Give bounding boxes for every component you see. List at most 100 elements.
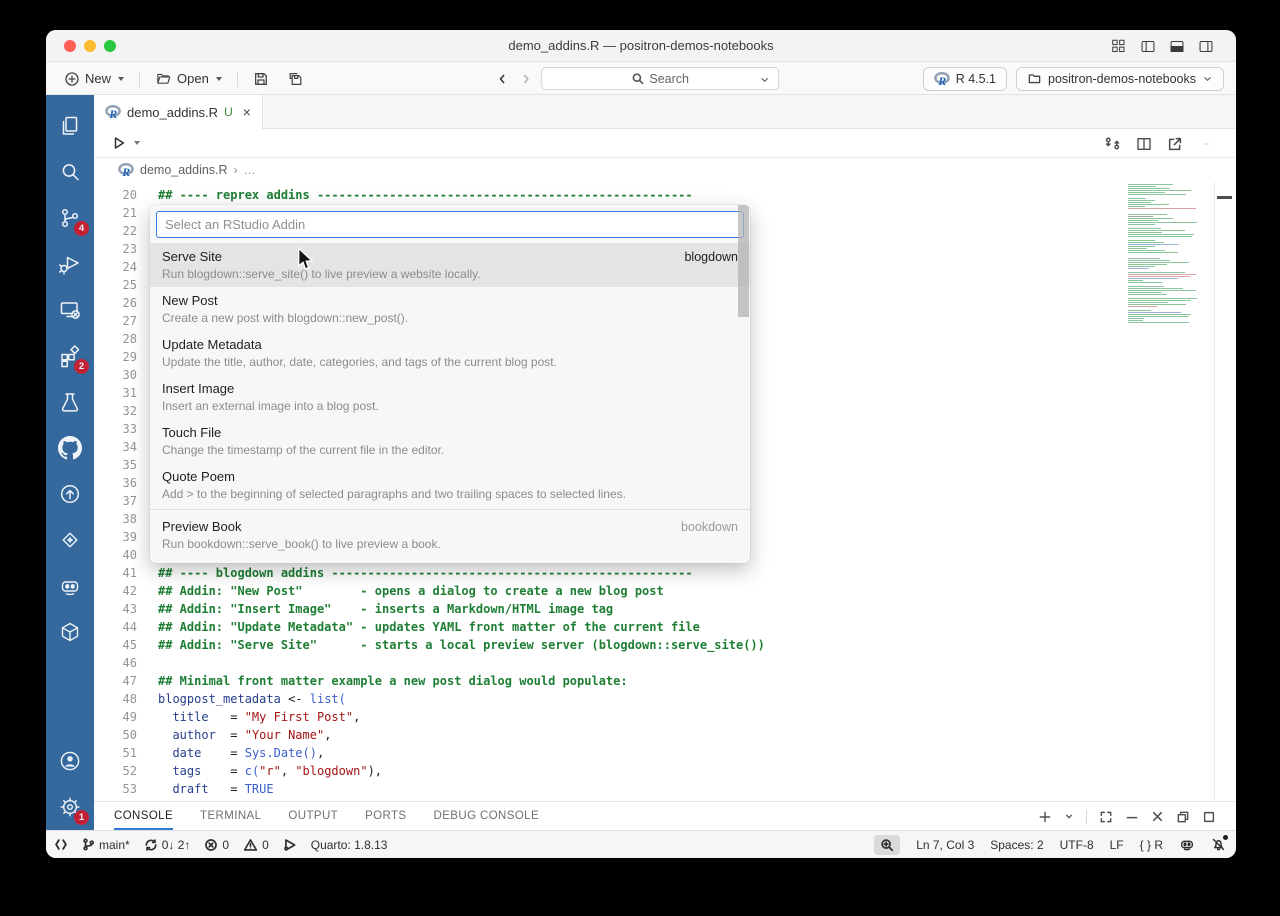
minimize-panel-icon[interactable]	[1125, 810, 1139, 824]
panel-right-icon[interactable]	[1198, 39, 1214, 54]
activity-item-explorer[interactable]	[46, 103, 94, 149]
panel-left-icon[interactable]	[1140, 39, 1156, 54]
panel-tab-console[interactable]: CONSOLE	[114, 803, 173, 830]
navigate-back-button[interactable]	[497, 72, 507, 86]
run-options-chevron-icon[interactable]	[134, 141, 140, 145]
addin-item-preview-book[interactable]: Preview BookbookdownRun bookdown::serve_…	[150, 513, 750, 557]
status-git-branch[interactable]: main*	[82, 837, 130, 852]
new-terminal-icon[interactable]	[1038, 810, 1052, 824]
r-file-icon: R	[105, 105, 121, 119]
status-indentation[interactable]: Spaces: 2	[990, 838, 1043, 852]
activity-item-testing[interactable]	[46, 379, 94, 425]
maximize-panel-icon[interactable]	[1099, 810, 1113, 824]
tab-demo-addins[interactable]: R demo_addins.R U ×	[94, 95, 263, 129]
activity-item-account[interactable]	[46, 738, 94, 784]
status-encoding[interactable]: UTF-8	[1060, 838, 1094, 852]
code-line[interactable]: 49 title = "My First Post",	[94, 708, 1236, 726]
line-number: 33	[94, 420, 137, 438]
status-label: main*	[99, 838, 130, 852]
activity-item-remote-explorer[interactable]	[46, 287, 94, 333]
close-tab-icon[interactable]: ×	[243, 104, 251, 120]
restore-panel-icon[interactable]	[1176, 810, 1190, 824]
addin-item-quote-poem[interactable]: Quote PoemAdd > to the beginning of sele…	[150, 463, 750, 507]
addin-item-input-latex-math[interactable]: Input LaTeX Math	[150, 557, 750, 563]
compare-changes-icon[interactable]	[1104, 135, 1121, 152]
more-actions-icon[interactable]	[1198, 141, 1214, 147]
activity-item-publish[interactable]	[46, 471, 94, 517]
status-eol[interactable]: LF	[1110, 838, 1124, 852]
code-line[interactable]: 52 tags = c("r", "blogdown"),	[94, 762, 1236, 780]
code-line[interactable]: 47## Minimal front matter example a new …	[94, 672, 1236, 690]
code-line[interactable]: 51 date = Sys.Date(),	[94, 744, 1236, 762]
customize-layout-icon[interactable]	[1111, 39, 1127, 54]
status-debug-status[interactable]	[283, 838, 297, 852]
save-all-button[interactable]	[281, 68, 310, 90]
open-button[interactable]: Open	[149, 68, 228, 89]
activity-item-settings[interactable]: 1	[46, 784, 94, 830]
panel-tab-output[interactable]: OUTPUT	[288, 803, 338, 830]
account-icon	[58, 749, 82, 773]
new-button[interactable]: New	[58, 68, 130, 90]
editor-scrollbar[interactable]	[1214, 182, 1234, 801]
open-button-label: Open	[177, 71, 209, 86]
status-errors[interactable]: 0	[204, 838, 229, 852]
line-text: date = Sys.Date(),	[158, 744, 324, 762]
addin-filter-input[interactable]	[156, 211, 744, 238]
code-line[interactable]: 45## Addin: "Serve Site" - starts a loca…	[94, 636, 1236, 654]
code-line[interactable]: 50 author = "Your Name",	[94, 726, 1236, 744]
addin-item-touch-file[interactable]: Touch FileChange the timestamp of the cu…	[150, 419, 750, 463]
search-input[interactable]: Search	[541, 67, 779, 90]
activity-item-extensions[interactable]: 2	[46, 333, 94, 379]
activity-item-github[interactable]	[46, 425, 94, 471]
status-remote-indicator[interactable]	[54, 838, 68, 851]
status-warnings[interactable]: 0	[243, 838, 269, 852]
panel-tab-terminal[interactable]: TERMINAL	[200, 803, 261, 830]
split-editor-icon[interactable]	[1136, 136, 1152, 152]
status-notifications[interactable]	[1211, 837, 1226, 852]
panel-tab-ports[interactable]: PORTS	[365, 803, 406, 830]
status-label: { } R	[1140, 838, 1163, 852]
activity-item-assistant[interactable]	[46, 563, 94, 609]
navigate-forward-button[interactable]	[521, 72, 531, 86]
workspace-selector[interactable]: positron-demos-notebooks	[1016, 67, 1224, 91]
addin-label: Quote Poem	[162, 467, 235, 486]
addin-item-new-post[interactable]: New PostCreate a new post with blogdown:…	[150, 287, 750, 331]
status-zoom-control[interactable]	[874, 835, 900, 855]
code-line[interactable]: 48blogpost_metadata <- list(	[94, 690, 1236, 708]
code-line[interactable]: 42## Addin: "New Post" - opens a dialog …	[94, 582, 1236, 600]
addin-item-serve-site[interactable]: Serve SiteblogdownRun blogdown::serve_si…	[150, 243, 750, 287]
status-language-mode[interactable]: { } R	[1140, 838, 1163, 852]
activity-item-search[interactable]	[46, 149, 94, 195]
status-quarto-version[interactable]: Quarto: 1.8.13	[311, 838, 388, 852]
code-line[interactable]: 41## ---- blogdown addins --------------…	[94, 564, 1236, 582]
minimap[interactable]	[1128, 184, 1204, 324]
code-line[interactable]: 46	[94, 654, 1236, 672]
interpreter-selector[interactable]: R R 4.5.1	[923, 67, 1007, 91]
activity-item-run-debug[interactable]	[46, 241, 94, 287]
breadcrumb[interactable]: R demo_addins.R › …	[94, 158, 1236, 182]
activity-item-packages[interactable]	[46, 609, 94, 655]
open-external-icon[interactable]	[1167, 136, 1183, 152]
status-cursor-position[interactable]: Ln 7, Col 3	[916, 838, 974, 852]
breadcrumb-rest: …	[244, 163, 256, 177]
quickpick-scrollbar[interactable]	[738, 205, 749, 317]
line-number: 47	[94, 672, 137, 690]
code-line[interactable]: 20## ---- reprex addins ----------------…	[94, 186, 1236, 204]
activity-item-quarto[interactable]	[46, 517, 94, 563]
save-button[interactable]	[247, 68, 275, 90]
close-panel-icon[interactable]	[1151, 810, 1164, 823]
status-copilot[interactable]	[1179, 837, 1195, 852]
panel-tab-debug-console[interactable]: DEBUG CONSOLE	[434, 803, 540, 830]
activity-item-source-control[interactable]: 4	[46, 195, 94, 241]
code-line[interactable]: 44## Addin: "Update Metadata" - updates …	[94, 618, 1236, 636]
status-sync-changes[interactable]: 0↓ 2↑	[144, 838, 191, 852]
panel-bottom-icon[interactable]	[1169, 39, 1185, 54]
code-line[interactable]: 43## Addin: "Insert Image" - inserts a M…	[94, 600, 1236, 618]
rstudio-addin-quickpick: Serve SiteblogdownRun blogdown::serve_si…	[150, 205, 750, 563]
addin-item-update-metadata[interactable]: Update MetadataUpdate the title, author,…	[150, 331, 750, 375]
panel-square-icon[interactable]	[1202, 810, 1216, 824]
chevron-down-icon[interactable]	[1064, 813, 1074, 820]
code-line[interactable]: 53 draft = TRUE	[94, 780, 1236, 798]
run-file-button[interactable]	[112, 136, 126, 150]
addin-item-insert-image[interactable]: Insert ImageInsert an external image int…	[150, 375, 750, 419]
